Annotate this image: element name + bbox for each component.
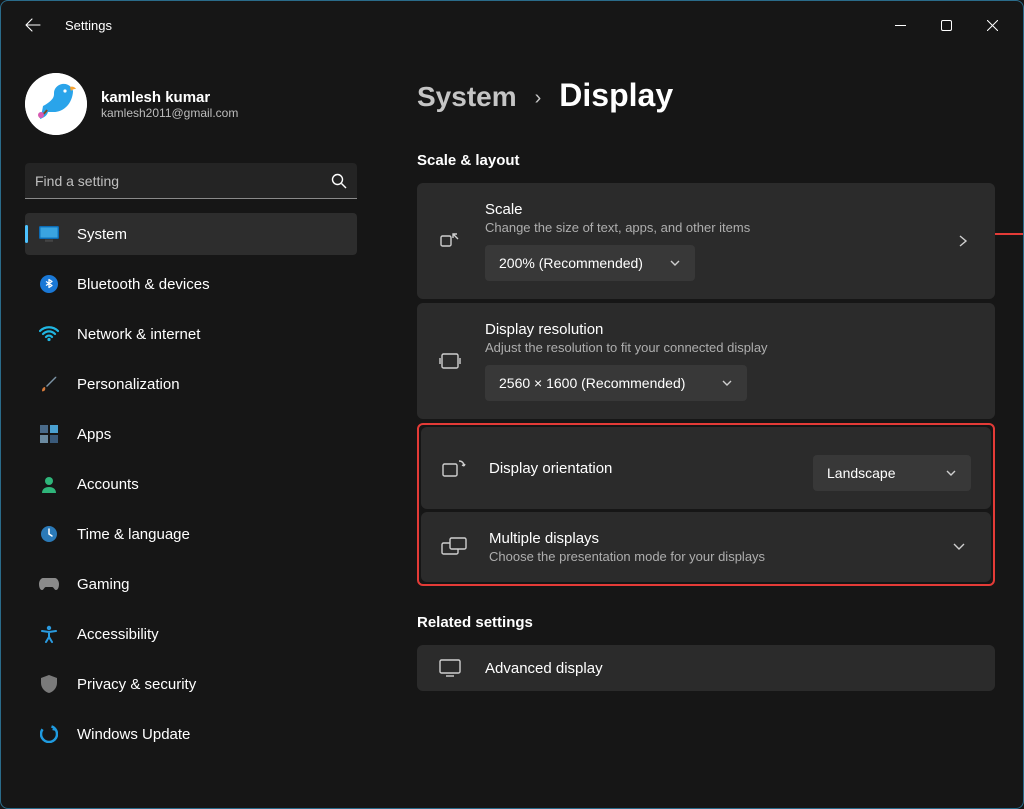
arrow-left-icon xyxy=(25,17,41,33)
setting-card-orientation[interactable]: Display orientation Landscape xyxy=(421,427,991,509)
main-panel: System › Display Scale & layout Scale Ch… xyxy=(381,49,1023,808)
avatar-bird-icon xyxy=(25,73,87,135)
wifi-icon xyxy=(39,324,59,344)
nav-item-time-language[interactable]: Time & language xyxy=(25,513,357,555)
dropdown-value: 200% (Recommended) xyxy=(499,255,643,271)
nav-item-gaming[interactable]: Gaming xyxy=(25,563,357,605)
close-icon xyxy=(987,20,998,31)
breadcrumb-parent[interactable]: System xyxy=(417,81,517,113)
resolution-icon xyxy=(437,352,463,370)
nav-item-network[interactable]: Network & internet xyxy=(25,313,357,355)
person-icon xyxy=(39,474,59,494)
search-input[interactable] xyxy=(35,173,331,189)
gamepad-icon xyxy=(39,574,59,594)
nav-label: Time & language xyxy=(77,526,190,543)
bluetooth-icon xyxy=(39,274,59,294)
apps-icon xyxy=(39,424,59,444)
nav-label: Accounts xyxy=(77,476,139,493)
search-icon xyxy=(331,173,347,189)
nav-label: Apps xyxy=(77,426,111,443)
nav-item-bluetooth[interactable]: Bluetooth & devices xyxy=(25,263,357,305)
nav-item-accessibility[interactable]: Accessibility xyxy=(25,613,357,655)
profile-name: kamlesh kumar xyxy=(101,89,238,106)
nav-label: Network & internet xyxy=(77,326,200,343)
chevron-down-icon xyxy=(945,467,957,479)
paintbrush-icon xyxy=(39,374,59,394)
orientation-icon xyxy=(441,459,467,477)
sidebar: kamlesh kumar kamlesh2011@gmail.com Syst… xyxy=(1,49,381,808)
nav-item-apps[interactable]: Apps xyxy=(25,413,357,455)
setting-card-multiple-displays[interactable]: Multiple displays Choose the presentatio… xyxy=(421,512,991,582)
close-button[interactable] xyxy=(969,9,1015,41)
card-title: Display resolution xyxy=(485,321,975,338)
annotation-highlight-box: Display orientation Landscape Multiple d… xyxy=(417,423,995,586)
card-title: Advanced display xyxy=(485,660,975,677)
nav-label: Gaming xyxy=(77,576,130,593)
multiple-displays-icon xyxy=(441,537,467,557)
card-subtitle: Adjust the resolution to fit your connec… xyxy=(485,340,975,355)
minimize-icon xyxy=(895,20,906,31)
titlebar: Settings xyxy=(1,1,1023,49)
orientation-dropdown[interactable]: Landscape xyxy=(813,455,971,491)
monitor-icon xyxy=(437,659,463,677)
display-icon xyxy=(39,224,59,244)
shield-icon xyxy=(39,674,59,694)
chevron-down-icon xyxy=(947,542,971,552)
app-title: Settings xyxy=(65,18,112,33)
card-subtitle: Choose the presentation mode for your di… xyxy=(489,549,925,564)
section-scale-layout-title: Scale & layout xyxy=(417,152,995,169)
nav-label: Personalization xyxy=(77,376,180,393)
back-button[interactable] xyxy=(17,9,49,41)
chevron-right-icon: › xyxy=(535,87,542,110)
nav-item-personalization[interactable]: Personalization xyxy=(25,363,357,405)
nav-item-system[interactable]: System xyxy=(25,213,357,255)
card-title: Multiple displays xyxy=(489,530,925,547)
nav-label: System xyxy=(77,226,127,243)
nav-list: System Bluetooth & devices Network & int… xyxy=(17,213,365,763)
breadcrumb-current: Display xyxy=(559,77,673,114)
scale-icon xyxy=(437,230,463,252)
profile-email: kamlesh2011@gmail.com xyxy=(101,106,238,120)
section-related-title: Related settings xyxy=(417,614,995,631)
dropdown-value: Landscape xyxy=(827,465,896,481)
setting-card-scale[interactable]: Scale Change the size of text, apps, and… xyxy=(417,183,995,299)
nav-label: Bluetooth & devices xyxy=(77,276,210,293)
breadcrumb: System › Display xyxy=(417,77,995,114)
nav-label: Privacy & security xyxy=(77,676,196,693)
resolution-dropdown[interactable]: 2560 × 1600 (Recommended) xyxy=(485,365,747,401)
card-title: Scale xyxy=(485,201,929,218)
nav-label: Accessibility xyxy=(77,626,159,643)
chevron-down-icon xyxy=(669,257,681,269)
nav-item-windows-update[interactable]: Windows Update xyxy=(25,713,357,755)
avatar xyxy=(25,73,87,135)
setting-card-advanced-display[interactable]: Advanced display xyxy=(417,645,995,691)
chevron-down-icon xyxy=(721,377,733,389)
clock-globe-icon xyxy=(39,524,59,544)
dropdown-value: 2560 × 1600 (Recommended) xyxy=(499,375,685,391)
scale-dropdown[interactable]: 200% (Recommended) xyxy=(485,245,695,281)
maximize-icon xyxy=(941,20,952,31)
profile-block[interactable]: kamlesh kumar kamlesh2011@gmail.com xyxy=(17,73,365,135)
search-box[interactable] xyxy=(25,163,357,199)
setting-card-resolution[interactable]: Display resolution Adjust the resolution… xyxy=(417,303,995,419)
update-icon xyxy=(39,724,59,744)
card-subtitle: Change the size of text, apps, and other… xyxy=(485,220,929,235)
nav-item-accounts[interactable]: Accounts xyxy=(25,463,357,505)
nav-item-privacy[interactable]: Privacy & security xyxy=(25,663,357,705)
accessibility-icon xyxy=(39,624,59,644)
nav-label: Windows Update xyxy=(77,726,190,743)
maximize-button[interactable] xyxy=(923,9,969,41)
minimize-button[interactable] xyxy=(877,9,923,41)
chevron-right-icon xyxy=(951,234,975,248)
card-title: Display orientation xyxy=(489,460,791,477)
